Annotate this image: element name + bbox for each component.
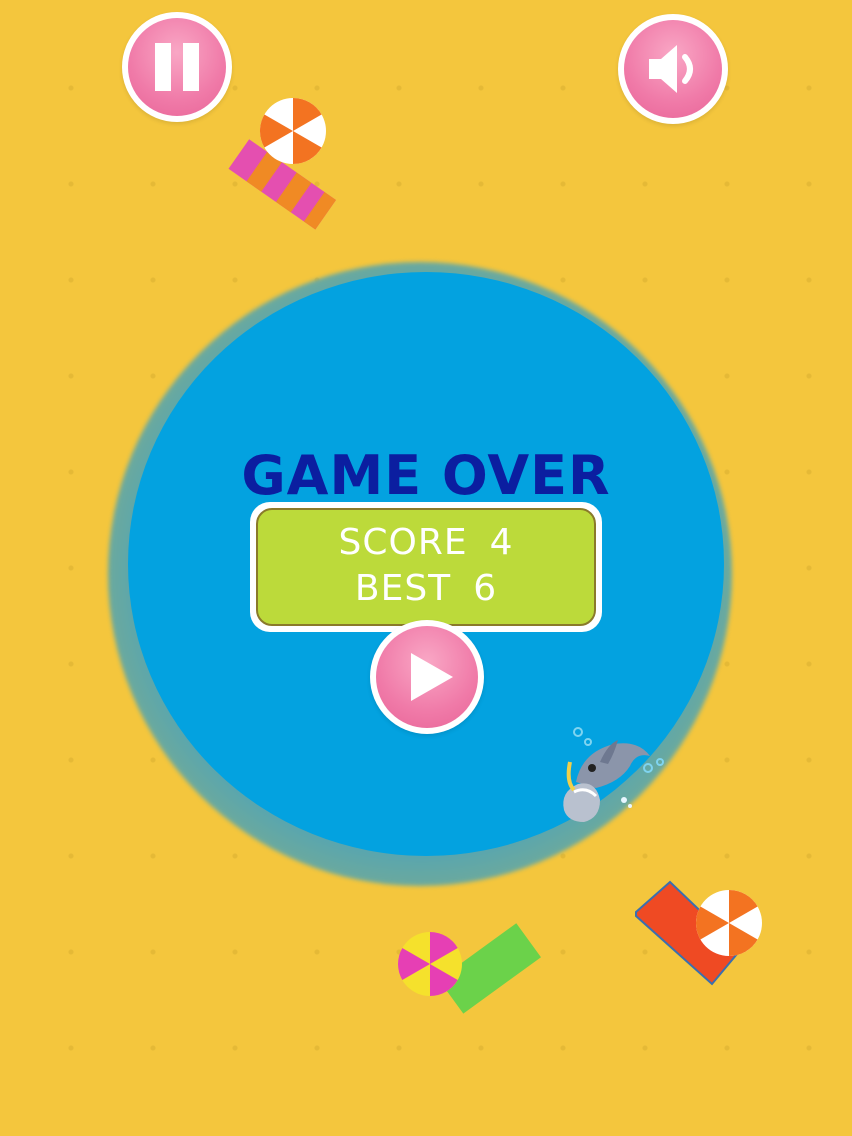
pause-icon [155, 43, 199, 91]
score-label: SCORE [338, 522, 468, 563]
shark-character [563, 727, 664, 822]
speaker-icon [649, 45, 693, 93]
best-value: 6 [473, 568, 498, 609]
sound-button[interactable] [618, 14, 728, 124]
play-icon [411, 653, 453, 701]
peppermint-candy-orange [695, 890, 762, 956]
pause-button[interactable] [122, 12, 232, 122]
play-button[interactable] [370, 620, 484, 734]
score-panel: SCORE 4 BEST 6 [250, 502, 602, 632]
best-label: BEST [354, 568, 452, 609]
score-row: SCORE 4 [258, 522, 594, 563]
best-row: BEST 6 [258, 568, 594, 609]
game-over-title: GAME OVER [241, 444, 611, 507]
peppermint-candy-pink [398, 932, 462, 996]
peppermint-candy-orange [259, 97, 326, 164]
score-value: 4 [489, 522, 514, 563]
